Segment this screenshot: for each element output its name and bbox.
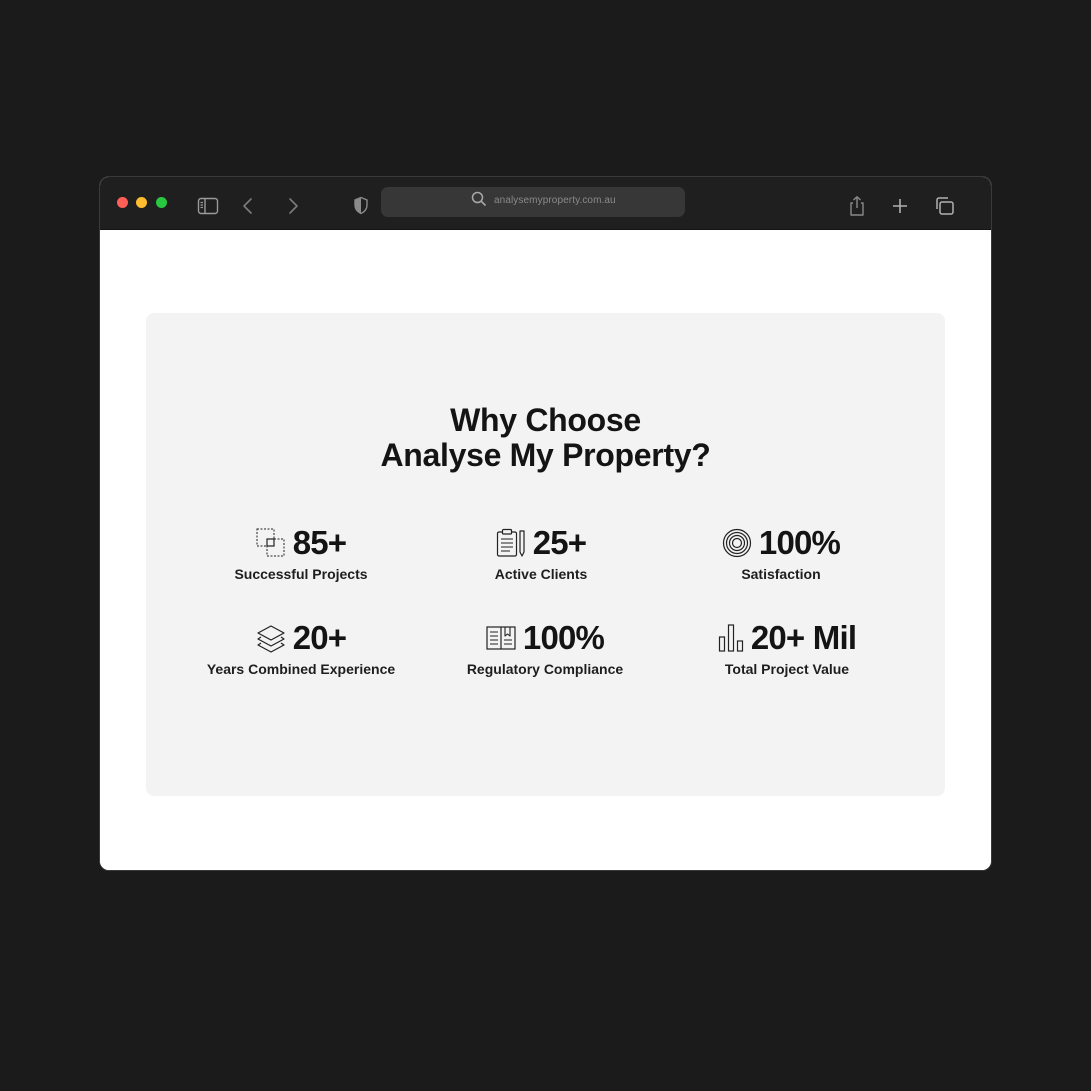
shield-icon[interactable] (353, 196, 369, 215)
page-content: Why Choose Analyse My Property? 85+ Succ… (100, 230, 991, 870)
stat-label: Satisfaction (741, 566, 821, 582)
why-choose-section: Why Choose Analyse My Property? 85+ Succ… (146, 313, 945, 796)
heading-line-1: Why Choose (450, 402, 641, 438)
sidebar-icon[interactable] (197, 197, 219, 215)
clipboard-pen-icon (496, 528, 525, 557)
stat-years-experience: 20+ Years Combined Experience (171, 619, 431, 678)
stat-active-clients: 25+ Active Clients (411, 524, 671, 583)
stat-regulatory-compliance: 100% Regulatory Compliance (415, 619, 675, 678)
stat-label: Regulatory Compliance (466, 661, 624, 677)
layers-icon (257, 625, 285, 653)
new-tab-icon[interactable] (892, 198, 908, 214)
stat-value: 100% (522, 619, 605, 656)
stat-label: Active Clients (494, 566, 588, 582)
stat-total-project-value: 20+ Mil Total Project Value (657, 621, 917, 677)
stat-value: 20+ (292, 619, 347, 656)
browser-window: analysemyproperty.com.au Why Choose Anal… (99, 176, 992, 871)
stat-value: 85+ (292, 524, 347, 561)
stat-value: 20+ Mil (750, 619, 857, 656)
address-bar[interactable]: analysemyproperty.com.au (381, 187, 685, 217)
overlapping-squares-icon (256, 528, 285, 557)
browser-toolbar: analysemyproperty.com.au (100, 177, 991, 230)
stat-label: Total Project Value (724, 661, 850, 677)
stat-label: Successful Projects (234, 566, 368, 582)
heading-line-2: Analyse My Property? (380, 437, 711, 473)
share-icon[interactable] (848, 195, 866, 217)
close-window-button[interactable] (117, 197, 128, 208)
search-icon (471, 191, 486, 206)
stat-satisfaction: 100% Satisfaction (651, 526, 911, 582)
stat-value: 25+ (532, 524, 587, 561)
url-text: analysemyproperty.com.au (494, 195, 616, 206)
stat-value: 100% (758, 524, 841, 561)
section-heading: Why Choose Analyse My Property? (146, 403, 945, 473)
forward-icon[interactable] (286, 197, 300, 215)
zoom-window-button[interactable] (156, 197, 167, 208)
target-icon (722, 528, 751, 558)
open-book-icon (486, 626, 516, 650)
tabs-overview-icon[interactable] (934, 196, 955, 216)
stat-label: Years Combined Experience (206, 661, 396, 677)
bar-chart-icon (718, 624, 743, 652)
stat-successful-projects: 85+ Successful Projects (171, 524, 431, 583)
minimize-window-button[interactable] (136, 197, 147, 208)
back-icon[interactable] (241, 197, 255, 215)
